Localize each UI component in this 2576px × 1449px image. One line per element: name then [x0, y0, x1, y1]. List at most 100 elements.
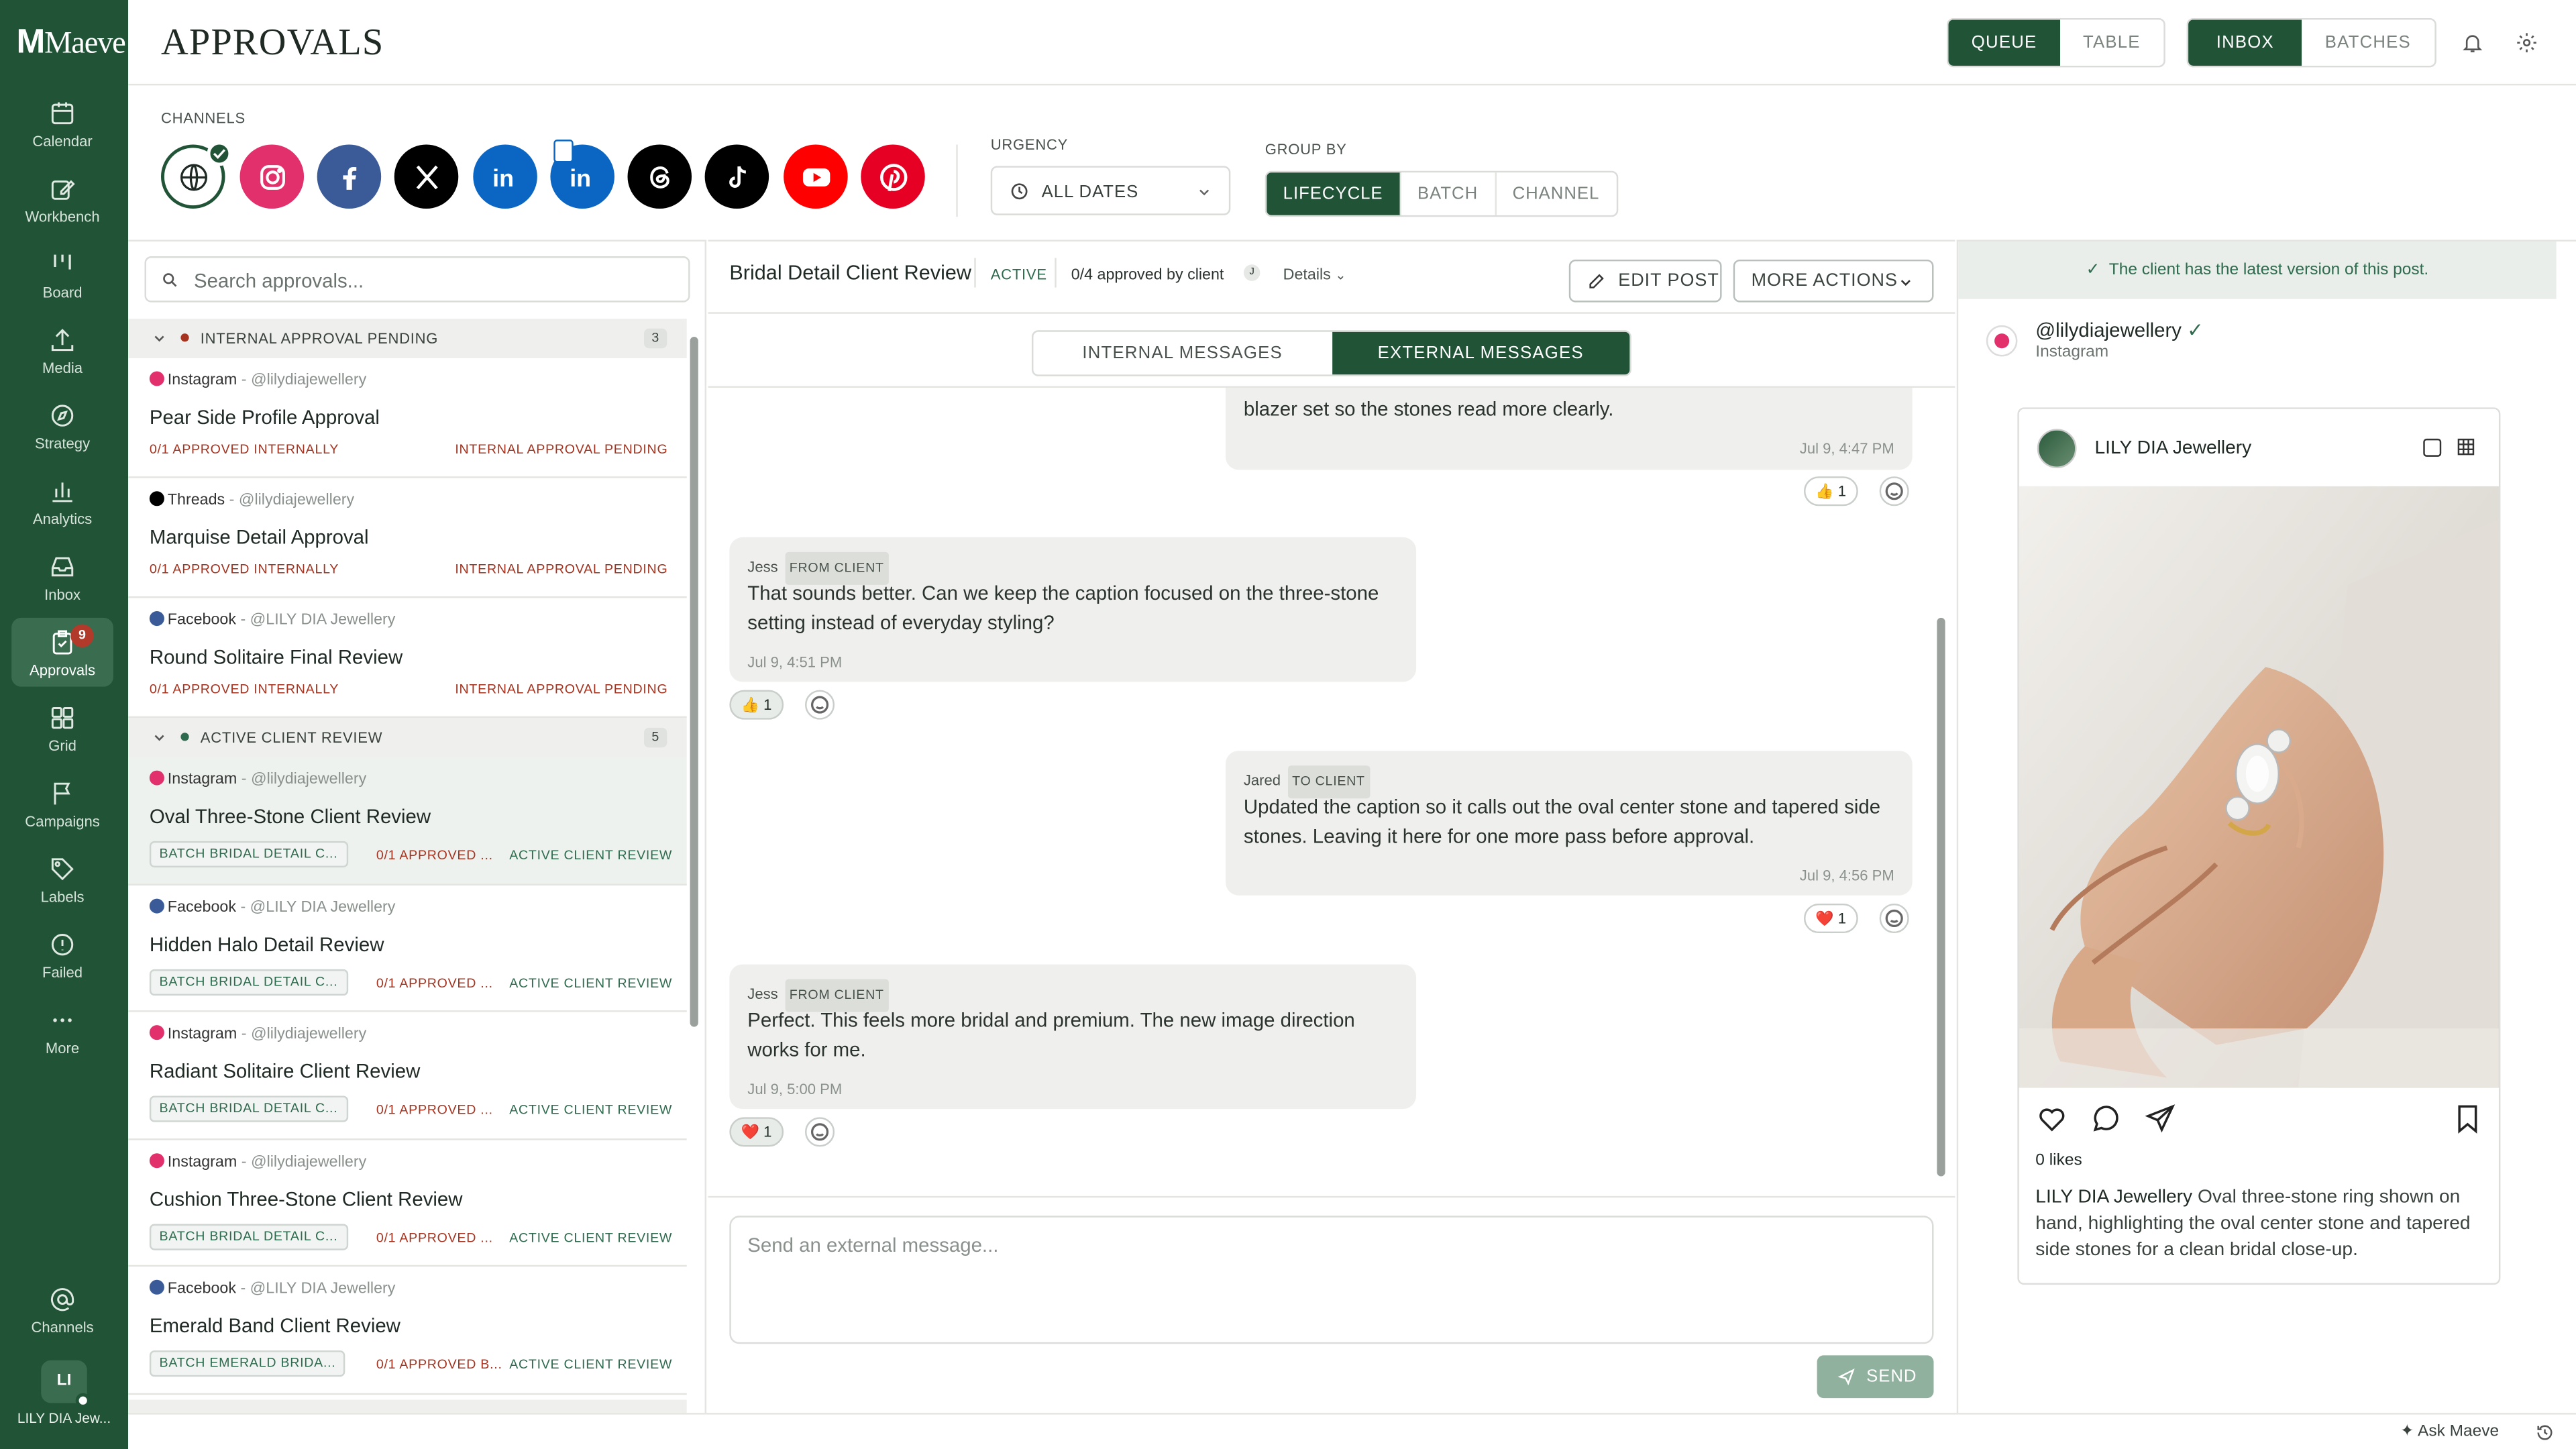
instagram-post-card: LILY DIA Jewellery 0 likes LILY DIA Jewe… [2017, 407, 2501, 1285]
approver-avatar[interactable]: J [1243, 264, 1260, 281]
add-reaction-button[interactable] [805, 690, 835, 720]
reaction-chip[interactable]: 👍 1 [729, 690, 784, 720]
send-button[interactable]: SEND [1817, 1355, 1934, 1399]
maeve-logo[interactable]: MMaeve [16, 23, 125, 62]
scrollbar-thumb[interactable] [1937, 617, 1945, 1177]
channel-pinterest[interactable] [861, 144, 925, 209]
list-item[interactable]: Instagram - @lilydiajewellery Radiant So… [128, 1012, 687, 1140]
tab-external-messages[interactable]: EXTERNAL MESSAGES [1331, 331, 1630, 375]
account-name: LILY DIA Jew... [17, 1409, 111, 1426]
channel-all[interactable] [161, 141, 232, 209]
tag-icon [51, 858, 74, 881]
add-reaction-button[interactable] [805, 1117, 835, 1147]
single-view-icon[interactable] [2423, 438, 2442, 457]
chevron-down-icon [1900, 280, 1911, 286]
group-header-active[interactable]: ACTIVE CLIENT REVIEW 5 [128, 718, 687, 757]
add-reaction-button[interactable] [1879, 903, 1909, 934]
list-item[interactable]: Threads - @lilydiajewellery Marquise Det… [128, 478, 687, 598]
reaction-chip[interactable]: ❤️ 1 [729, 1117, 784, 1147]
tab-internal-messages[interactable]: INTERNAL MESSAGES [1033, 332, 1331, 375]
sidebar-item-strategy[interactable]: Strategy [11, 391, 113, 460]
batch-chip[interactable]: BATCH BRIDAL DETAIL C... [149, 841, 348, 868]
list-item[interactable]: Facebook - @LILY DIA Jewellery Emerald B… [128, 1267, 687, 1395]
sidebar-item-approvals[interactable]: Approvals 9 [11, 617, 113, 687]
message-tabs: INTERNAL MESSAGES EXTERNAL MESSAGES [1031, 330, 1631, 376]
channel-linkedin[interactable]: in [473, 144, 537, 209]
share-icon[interactable] [2144, 1102, 2177, 1135]
group-by-batch[interactable]: BATCH [1401, 172, 1497, 215]
search-input[interactable]: Search approvals... [144, 256, 690, 303]
comment-icon[interactable] [2090, 1102, 2123, 1135]
queue-view-button[interactable]: QUEUE [1948, 19, 2060, 66]
list-item[interactable]: Instagram - @lilydiajewellery Pear Side … [128, 358, 687, 478]
post-caption: LILY DIA Jewellery Oval three-stone ring… [2035, 1187, 2471, 1260]
edit-post-button[interactable]: EDIT POST [1568, 259, 1722, 303]
history-icon[interactable] [2535, 1423, 2555, 1442]
list-item-selected[interactable]: Instagram - @lilydiajewellery Oval Three… [128, 757, 687, 886]
sidebar-item-labels[interactable]: Labels [11, 845, 113, 914]
sidebar-item-inbox[interactable]: Inbox [11, 542, 113, 611]
more-actions-button[interactable]: MORE ACTIONS [1733, 259, 1934, 303]
message-input[interactable]: Send an external message... [729, 1216, 1934, 1344]
grid-view-icon[interactable] [2456, 437, 2475, 456]
bookmark-icon[interactable] [2451, 1102, 2484, 1135]
sidebar-item-channels[interactable]: Channels [11, 1275, 113, 1344]
add-reaction-button[interactable] [1879, 476, 1909, 506]
threads-icon [149, 491, 164, 506]
sidebar-item-workbench[interactable]: Workbench [11, 164, 113, 233]
sidebar-item-failed[interactable]: Failed [11, 920, 113, 989]
list-item[interactable]: Facebook - @LILY DIA Jewellery Hidden Ha… [128, 885, 687, 1012]
channels-label: CHANNELS [161, 110, 246, 127]
instagram-icon [149, 1153, 164, 1169]
batch-chip[interactable]: BATCH BRIDAL DETAIL C... [149, 1224, 348, 1250]
channel-facebook[interactable] [317, 144, 382, 209]
table-view-button[interactable]: TABLE [2060, 19, 2163, 66]
sidebar-item-calendar[interactable]: Calendar [11, 89, 113, 158]
svg-text:in: in [569, 164, 590, 191]
compass-icon [51, 405, 74, 427]
emoji-add-icon [810, 1123, 829, 1141]
check-icon: ✓ [2086, 261, 2100, 280]
reaction-chip[interactable]: ❤️ 1 [1804, 903, 1858, 934]
channel-youtube[interactable] [784, 144, 848, 209]
heart-icon[interactable] [2035, 1102, 2068, 1135]
sidebar: MMaeve Calendar Workbench Board Media St… [0, 0, 129, 1449]
scrollbar-thumb[interactable] [690, 337, 698, 1027]
batch-chip[interactable]: BATCH EMERALD BRIDA... [149, 1350, 346, 1377]
gear-icon[interactable] [2515, 32, 2538, 54]
reaction-chip[interactable]: 👍 1 [1804, 476, 1858, 506]
ask-maeve-button[interactable]: ✦ Ask Maeve [2400, 1423, 2499, 1441]
bell-icon[interactable] [2461, 32, 2484, 54]
preview-network: Instagram [2035, 343, 2109, 362]
sidebar-item-analytics[interactable]: Analytics [11, 467, 113, 536]
channel-tiktok[interactable] [704, 144, 769, 209]
group-by-channel[interactable]: CHANNEL [1496, 172, 1616, 215]
sidebar-item-more[interactable]: More [11, 996, 113, 1065]
list-item[interactable]: Instagram - @lilydiajewellery Cushion Th… [128, 1140, 687, 1267]
instagram-icon [149, 1025, 164, 1040]
page-title: APPROVALS [161, 21, 384, 63]
sidebar-item-campaigns[interactable]: Campaigns [11, 769, 113, 838]
channel-linkedin-page[interactable]: in [550, 140, 614, 209]
sidebar-item-board[interactable]: Board [11, 240, 113, 309]
batch-chip[interactable]: BATCH BRIDAL DETAIL C... [149, 1095, 348, 1122]
list-item[interactable]: Facebook - @LILY DIA Jewellery Round Sol… [128, 598, 687, 718]
group-by-lifecycle[interactable]: LIFECYCLE [1267, 172, 1401, 215]
list-scrollbar[interactable] [690, 323, 700, 1407]
channel-threads[interactable] [627, 144, 692, 209]
urgency-select[interactable]: ALL DATES [990, 166, 1231, 215]
channel-instagram[interactable] [239, 144, 305, 209]
details-toggle[interactable]: Details ⌄ [1283, 266, 1346, 284]
batch-chip[interactable]: BATCH BRIDAL DETAIL C... [149, 969, 348, 996]
group-header-internal[interactable]: INTERNAL APPROVAL PENDING 3 [128, 319, 687, 358]
pencil-icon [1589, 274, 1604, 288]
page-document-icon [553, 140, 574, 163]
inbox-mode-button[interactable]: INBOX [2188, 19, 2302, 66]
thread-scrollbar[interactable] [1937, 388, 1947, 1196]
clock-icon [1011, 183, 1028, 200]
sidebar-item-media[interactable]: Media [11, 315, 113, 384]
batches-mode-button[interactable]: BATCHES [2302, 19, 2434, 66]
sidebar-item-grid[interactable]: Grid [11, 693, 113, 762]
chevron-down-icon [154, 735, 164, 741]
channel-x[interactable] [394, 144, 459, 209]
